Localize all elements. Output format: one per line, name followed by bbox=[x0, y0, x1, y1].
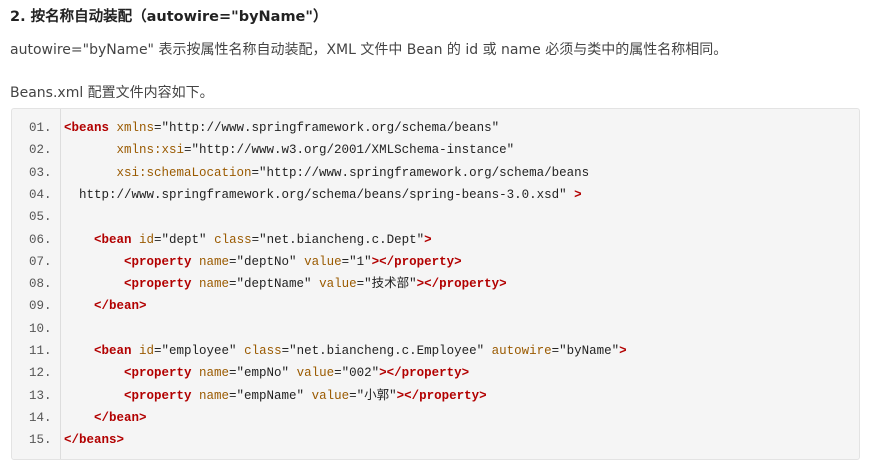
line-number: 11. bbox=[29, 344, 52, 358]
code-token-val: ="http://www.springframework.org/schema/… bbox=[154, 121, 500, 135]
code-token-tag: > bbox=[574, 187, 582, 202]
code-token-tag: ></property> bbox=[379, 366, 470, 381]
code-token-attr: autowire bbox=[484, 344, 552, 358]
code-token-tag: <property bbox=[124, 254, 192, 269]
line-number: 10. bbox=[29, 321, 52, 336]
line-number: 07. bbox=[29, 254, 52, 269]
code-token-val: ="dept" bbox=[154, 232, 207, 247]
code-token-attr: xsi:schemaLocation bbox=[116, 165, 252, 180]
code-token-tag: <bean bbox=[94, 232, 132, 247]
code-token-attr: class bbox=[236, 344, 282, 358]
line-number: 12. bbox=[29, 366, 52, 381]
code-token-attr: value bbox=[311, 277, 357, 292]
code-token-tag: > bbox=[619, 344, 627, 358]
line-number: 04. bbox=[29, 187, 52, 202]
code-token-val: http://www.springframework.org/schema/be… bbox=[79, 187, 575, 202]
code-token-attr: class bbox=[206, 232, 252, 247]
code-token-tag: ></property> bbox=[416, 277, 507, 292]
line-code: xsi:schemaLocation="http://www.springfra… bbox=[64, 162, 590, 184]
line-code: </bean> bbox=[64, 407, 147, 429]
code-token-val: ="byName" bbox=[551, 344, 620, 358]
code-token-val: ="empName" bbox=[229, 388, 305, 403]
code-token-tag: </beans> bbox=[64, 433, 125, 448]
line-code: xmlns:xsi="http://www.w3.org/2001/XMLSch… bbox=[64, 139, 515, 161]
section-description: autowire="byName" 表示按属性名称自动装配，XML 文件中 Be… bbox=[10, 42, 728, 58]
code-token-val: ="002" bbox=[334, 366, 380, 381]
code-token-val: ="deptName" bbox=[229, 277, 312, 292]
code-token-attr: name bbox=[191, 277, 230, 292]
code-token-attr: value bbox=[296, 254, 342, 269]
section-heading: 2. 按名称自动装配（autowire="byName"） bbox=[10, 9, 328, 25]
code-token-val: ="http://www.springframework.org/schema/… bbox=[251, 165, 590, 180]
line-number: 06. bbox=[29, 232, 52, 247]
line-code: <property name="empName" value="小郭"></pr… bbox=[64, 385, 487, 407]
line-code: <bean id="employee" class="net.biancheng… bbox=[64, 340, 627, 362]
line-code: </beans> bbox=[64, 429, 124, 451]
code-token-attr: xmlns bbox=[109, 121, 155, 135]
line-code: <bean id="dept" class="net.biancheng.c.D… bbox=[64, 229, 432, 251]
code-token-tag: <property bbox=[124, 277, 192, 292]
line-number: 02. bbox=[29, 143, 52, 158]
code-token-val: ="net.biancheng.c.Dept" bbox=[251, 232, 425, 247]
line-code: <beans xmlns="http://www.springframework… bbox=[64, 117, 499, 139]
code-token-attr: name bbox=[191, 366, 230, 381]
code-token-attr: value bbox=[289, 366, 335, 381]
code-intro: Beans.xml 配置文件内容如下。 bbox=[10, 85, 214, 101]
code-token-attr: name bbox=[191, 388, 230, 403]
line-number: 14. bbox=[29, 410, 52, 425]
line-number: 08. bbox=[29, 277, 52, 292]
code-token-tag: <beans bbox=[64, 121, 110, 135]
line-code: </bean> bbox=[64, 295, 147, 317]
code-token-attr: xmlns:xsi bbox=[116, 143, 185, 158]
code-token-tag: ></property> bbox=[371, 254, 462, 269]
line-code: <property name="deptName" value="技术部"></… bbox=[64, 273, 507, 295]
line-code: <property name="deptNo" value="1"></prop… bbox=[64, 251, 462, 273]
code-token-val: ="http://www.w3.org/2001/XMLSchema-insta… bbox=[184, 143, 515, 158]
line-code: http://www.springframework.org/schema/be… bbox=[64, 184, 582, 206]
code-token-tag: </bean> bbox=[94, 410, 147, 425]
code-token-val: ="net.biancheng.c.Employee" bbox=[281, 344, 485, 358]
code-token-attr: id bbox=[131, 232, 155, 247]
line-number: 05. bbox=[29, 210, 52, 225]
code-token-tag: <property bbox=[124, 388, 192, 403]
code-token-val: ="deptNo" bbox=[229, 254, 297, 269]
line-number: 09. bbox=[29, 299, 52, 314]
code-token-attr: id bbox=[131, 344, 155, 358]
code-token-attr: value bbox=[304, 388, 350, 403]
code-token-val: ="技术部" bbox=[356, 277, 417, 292]
code-token-attr: name bbox=[191, 254, 230, 269]
code-token-tag: > bbox=[424, 232, 432, 247]
code-token-val: ="employee" bbox=[154, 344, 237, 358]
code-token-tag: <property bbox=[124, 366, 192, 381]
line-number: 13. bbox=[29, 388, 52, 403]
code-token-tag: ></property> bbox=[396, 388, 487, 403]
line-code: <property name="empNo" value="002"></pro… bbox=[64, 362, 469, 384]
code-token-val: ="小郭" bbox=[349, 388, 397, 403]
line-number: 03. bbox=[29, 165, 52, 180]
code-token-tag: <bean bbox=[94, 344, 132, 358]
code-token-val: ="1" bbox=[341, 254, 372, 269]
line-number: 15. bbox=[29, 433, 52, 448]
code-token-tag: </bean> bbox=[94, 299, 147, 314]
line-number: 01. bbox=[29, 121, 52, 135]
code-token-val: ="empNo" bbox=[229, 366, 290, 381]
code-block: 01. <beans xmlns="http://www.springframew… bbox=[11, 108, 860, 460]
